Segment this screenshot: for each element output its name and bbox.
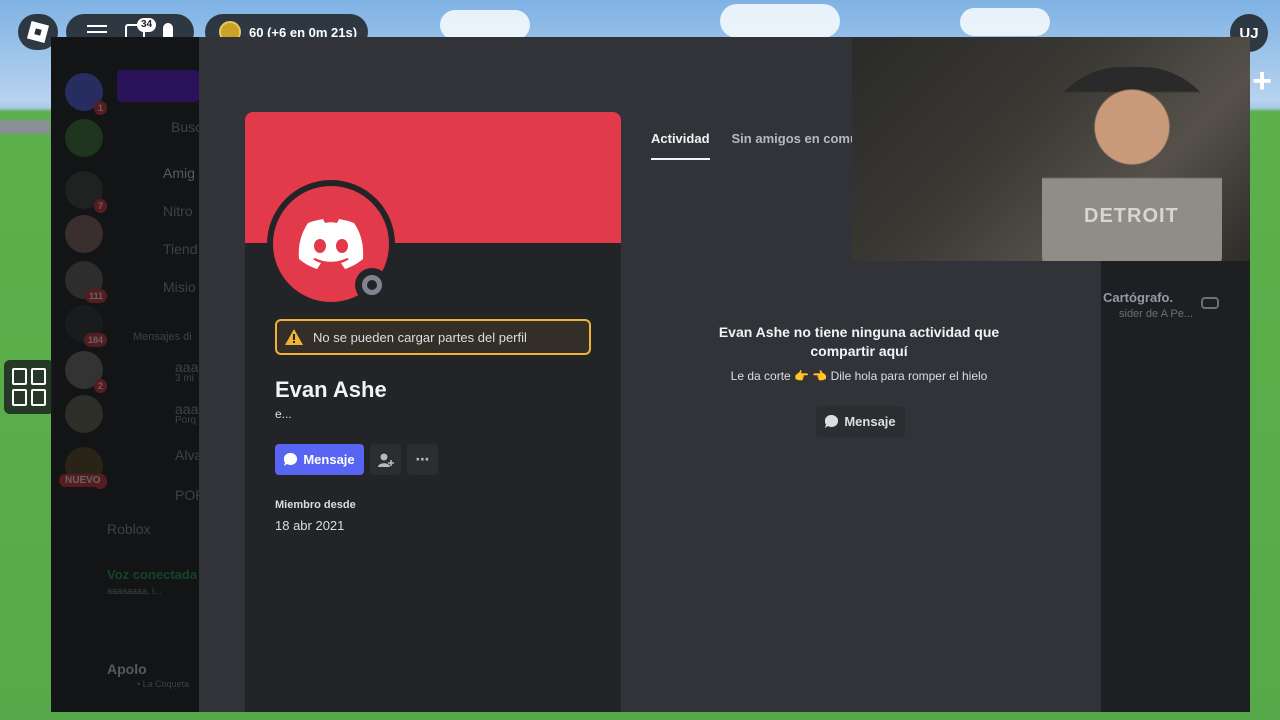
chat-bubble-icon bbox=[284, 453, 298, 466]
profile-card: No se pueden cargar partes del perfil Ev… bbox=[245, 112, 621, 712]
avatar bbox=[267, 180, 395, 308]
empty-activity-title: Evan Ashe no tiene ninguna actividad que… bbox=[718, 324, 1000, 359]
warning-icon bbox=[285, 329, 303, 345]
profile-warning: No se pueden cargar partes del perfil bbox=[275, 319, 591, 355]
display-name: Evan Ashe bbox=[275, 377, 387, 402]
chat-badge: 34 bbox=[137, 18, 157, 32]
tab-mutual-friends[interactable]: Sin amigos en común bbox=[732, 131, 866, 160]
grid-icon[interactable] bbox=[4, 360, 54, 414]
active-user-name[interactable]: Cartógrafo. bbox=[1103, 290, 1173, 305]
more-options-button[interactable]: ⋯ bbox=[407, 444, 438, 475]
message-button[interactable]: Mensaje bbox=[275, 444, 364, 475]
username-handle: e... bbox=[275, 407, 292, 421]
empty-message-button-label: Mensaje bbox=[844, 414, 896, 429]
message-button-label: Mensaje bbox=[303, 452, 355, 467]
add-friend-icon bbox=[377, 453, 394, 467]
member-since-date: 18 abr 2021 bbox=[275, 518, 345, 533]
chat-bubble-icon bbox=[825, 415, 839, 428]
profile-tabs: Actividad Sin amigos en común bbox=[651, 131, 866, 160]
member-since-label: Miembro desde bbox=[275, 499, 356, 511]
webcam-overlay: DETROIT bbox=[852, 37, 1250, 261]
plus-icon[interactable]: + bbox=[1252, 62, 1272, 101]
status-offline-icon bbox=[355, 268, 389, 302]
warning-text: No se pueden cargar partes del perfil bbox=[313, 329, 527, 345]
active-user-sub: sider de A Pe... bbox=[1119, 308, 1193, 320]
gamepad-icon bbox=[1201, 297, 1219, 309]
shirt-text: DETROIT bbox=[1084, 205, 1179, 227]
discord-logo-icon bbox=[298, 219, 364, 269]
dim-overlay bbox=[51, 37, 199, 712]
add-friend-button[interactable] bbox=[370, 444, 401, 475]
tab-activity[interactable]: Actividad bbox=[651, 131, 710, 160]
streamer-image bbox=[1042, 67, 1222, 261]
empty-activity-subtitle: Le da corte 👉 👈 Dile hola para romper el… bbox=[730, 369, 988, 383]
empty-message-button[interactable]: Mensaje bbox=[816, 406, 905, 437]
